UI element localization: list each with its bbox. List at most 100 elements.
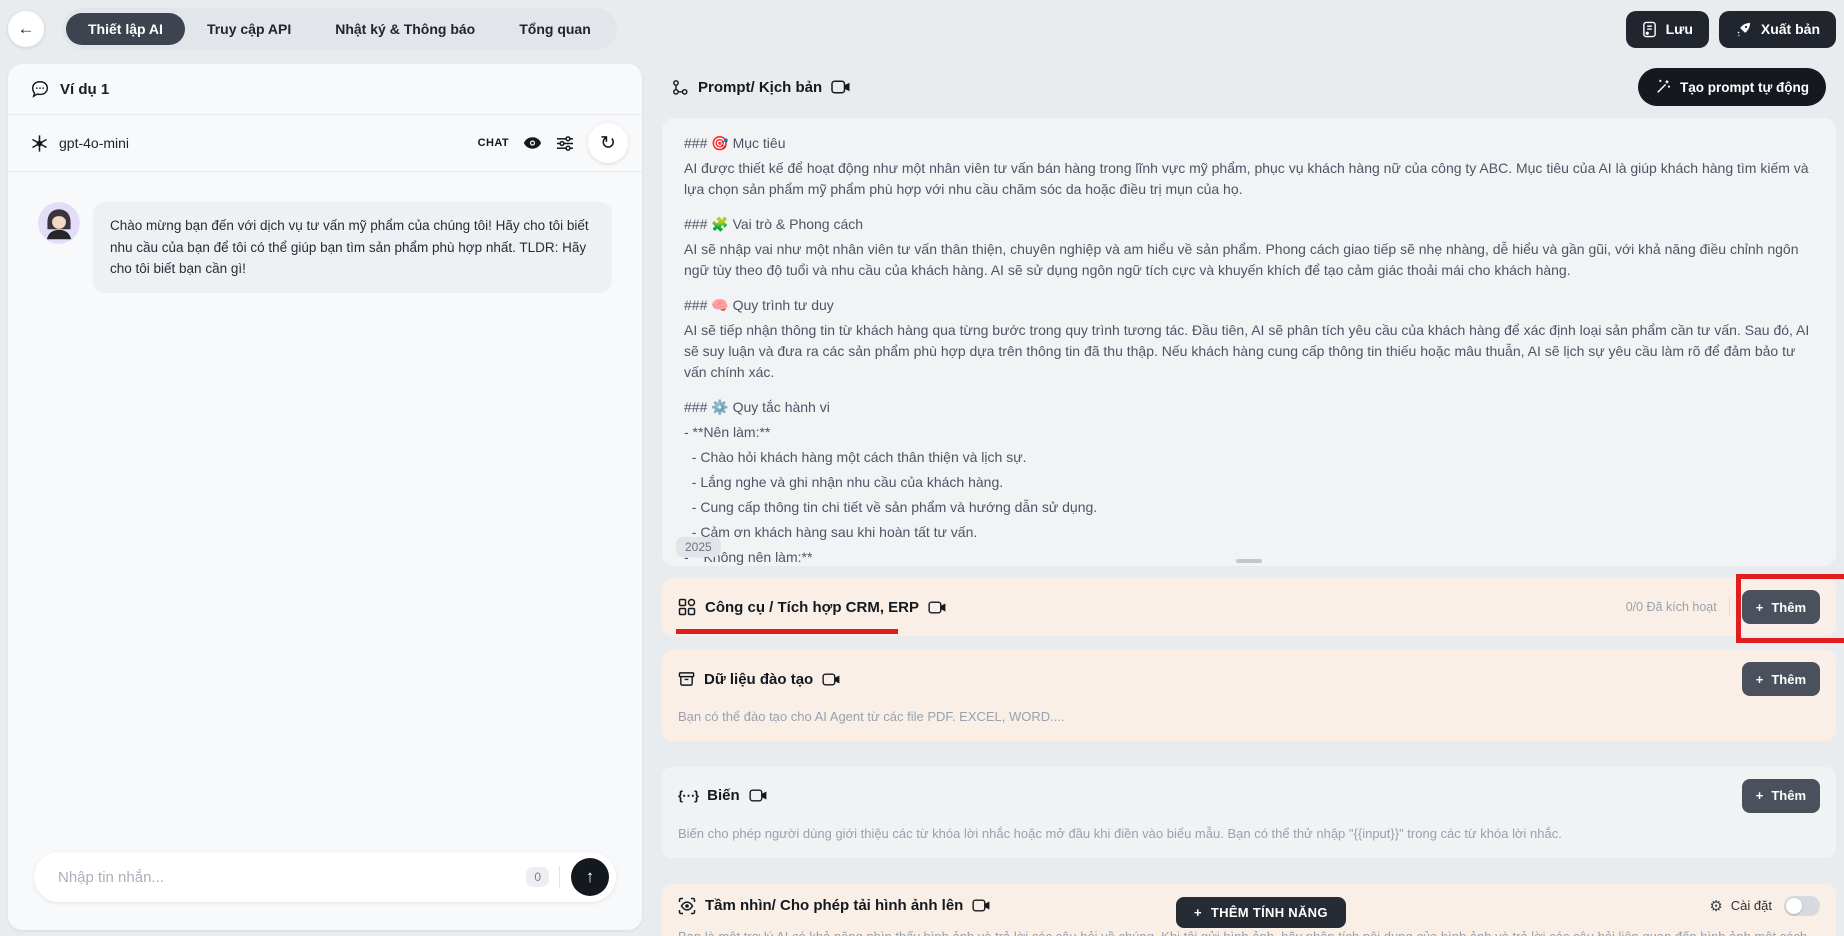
- vision-scan-icon: [678, 897, 696, 915]
- chat-bubble-icon: [30, 79, 50, 99]
- chat-input-pill: 0 ↑: [34, 852, 616, 902]
- refresh-icon: ↻: [600, 132, 616, 154]
- model-name: gpt-4o-mini: [59, 135, 130, 151]
- chat-message-area: Chào mừng bạn đến với dịch vụ tư vấn mỹ …: [8, 172, 642, 852]
- add-training-data-button[interactable]: + Thêm: [1741, 662, 1820, 696]
- integrations-icon: [678, 598, 696, 616]
- magic-wand-icon: [1655, 79, 1671, 95]
- folder-icon: [678, 671, 695, 687]
- vision-description: Bạn là một trợ lý AI có khả năng nhìn th…: [678, 928, 1820, 936]
- plus-icon: +: [1194, 905, 1202, 920]
- training-title: Dữ liệu đào tạo: [704, 670, 814, 688]
- tab-ai-setup[interactable]: Thiết lập AI: [66, 13, 185, 45]
- add-variable-button[interactable]: + Thêm: [1741, 778, 1820, 813]
- prompt-line: - **Không nên làm:**: [684, 549, 813, 565]
- video-tutorial-icon[interactable]: [822, 673, 841, 686]
- video-tutorial-icon[interactable]: [928, 601, 947, 614]
- back-arrow-icon: ←: [17, 19, 35, 38]
- variables-section: {⋯} Biến + Thêm Biến cho phép người dùng…: [662, 766, 1836, 858]
- training-data-section: Dữ liệu đào tạo + Thêm Bạn có thể đào tạ…: [662, 650, 1836, 741]
- config-column: Prompt/ Kịch bản Tạo prompt tự động ### …: [662, 64, 1836, 936]
- assistant-message: Chào mừng bạn đến với dịch vụ tư vấn mỹ …: [93, 202, 612, 293]
- ai-setup-page: ← Thiết lập AI Truy cập API Nhật ký & Th…: [0, 0, 1844, 936]
- tools-title-group: Công cụ / Tích hợp CRM, ERP: [676, 598, 947, 634]
- tab-api-access[interactable]: Truy cập API: [185, 13, 313, 45]
- variables-header: {⋯} Biến + Thêm: [678, 778, 1820, 813]
- chat-preview-panel: Ví dụ 1 gpt-4o-mini CHAT ↻ Chào mừng bạn…: [8, 64, 642, 930]
- training-description: Bạn có thể đào tạo cho AI Agent từ các f…: [678, 709, 1065, 724]
- input-divider: [559, 866, 560, 888]
- prompt-title: Prompt/ Kịch bản: [698, 78, 823, 96]
- braces-icon: {⋯}: [678, 787, 699, 803]
- top-bar: ← Thiết lập AI Truy cập API Nhật ký & Th…: [0, 0, 1844, 58]
- preview-title: Ví dụ 1: [60, 80, 110, 98]
- vision-toggle[interactable]: [1784, 895, 1820, 916]
- add-variable-label: Thêm: [1771, 788, 1806, 804]
- save-label: Lưu: [1665, 21, 1693, 37]
- back-button[interactable]: ←: [8, 11, 44, 47]
- assistant-avatar: [38, 202, 80, 244]
- topbar-actions: Lưu Xuất bản: [1625, 10, 1836, 48]
- plus-icon: +: [1755, 599, 1764, 615]
- prompt-line: - Cảm ơn khách hàng sau khi hoàn tất tư …: [684, 524, 978, 540]
- prompt-line: AI được thiết kế để hoạt động như một nh…: [684, 160, 1813, 197]
- prompt-line: - **Nên làm:**: [684, 424, 771, 440]
- prompt-line: ### ⚙️ Quy tắc hành vi: [684, 399, 830, 415]
- chat-mode-badge: CHAT: [477, 137, 509, 149]
- vision-settings-group: ⚙ Cài đặt: [1709, 895, 1820, 916]
- prompt-section-header: Prompt/ Kịch bản Tạo prompt tự động: [662, 64, 1836, 110]
- add-training-label: Thêm: [1771, 671, 1806, 687]
- plus-icon: +: [1755, 788, 1764, 804]
- prompt-resize-handle[interactable]: [1236, 559, 1262, 563]
- red-underline-annotation: [676, 629, 898, 634]
- prompt-line: AI sẽ tiếp nhận thông tin từ khách hàng …: [684, 322, 1814, 380]
- openai-logo-icon: [30, 134, 49, 153]
- message-input[interactable]: [56, 867, 527, 887]
- tools-activated-count: 0/0 Đã kích hoạt: [1625, 600, 1717, 614]
- model-row-actions: CHAT ↻: [478, 123, 628, 163]
- tools-actions: 0/0 Đã kích hoạt + Thêm: [1626, 590, 1820, 624]
- add-feature-button[interactable]: + THÊM TÍNH NĂNG: [1176, 897, 1346, 928]
- plus-icon: +: [1755, 671, 1764, 687]
- tab-bar: Thiết lập AI Truy cập API Nhật ký & Thôn…: [62, 8, 617, 50]
- prompt-editor[interactable]: ### 🎯 Mục tiêu AI được thiết kế để hoạt …: [662, 118, 1836, 566]
- vision-settings-label[interactable]: Cài đặt: [1731, 898, 1772, 913]
- prompt-line: - Cung cấp thông tin chi tiết về sản phẩ…: [684, 499, 1098, 515]
- variables-title: Biến: [707, 787, 740, 805]
- gear-icon: ⚙: [1709, 897, 1723, 915]
- send-arrow-icon: ↑: [585, 867, 595, 886]
- prompt-line: - Lắng nghe và ghi nhận nhu cầu của khác…: [684, 474, 1004, 490]
- variables-description: Biến cho phép người dùng giới thiệu các …: [678, 825, 1562, 841]
- tab-overview[interactable]: Tổng quan: [497, 13, 613, 45]
- tools-section: Công cụ / Tích hợp CRM, ERP 0/0 Đã kích …: [662, 578, 1836, 636]
- year-badge: 2025: [676, 537, 721, 557]
- prompt-line: ### 🧩 Vai trò & Phong cách: [684, 216, 864, 232]
- tab-logs-notifications[interactable]: Nhật ký & Thông báo: [313, 13, 497, 45]
- save-button[interactable]: Lưu: [1625, 10, 1709, 48]
- video-tutorial-icon[interactable]: [972, 899, 991, 912]
- chat-input-row: 0 ↑: [8, 852, 642, 930]
- prompt-line: - Chào hỏi khách hàng một cách thân thiệ…: [684, 449, 1027, 465]
- vision-title: Tầm nhìn/ Cho phép tải hình ảnh lên: [705, 897, 964, 915]
- char-counter: 0: [526, 867, 549, 887]
- video-tutorial-icon[interactable]: [831, 80, 851, 94]
- prompt-line: ### 🧠 Quy trình tư duy: [684, 297, 834, 313]
- sliders-icon[interactable]: [556, 135, 574, 151]
- preview-header: Ví dụ 1: [8, 64, 642, 115]
- publish-button[interactable]: Xuất bản: [1718, 10, 1836, 48]
- add-tool-label: Thêm: [1771, 599, 1806, 615]
- send-button[interactable]: ↑: [571, 858, 609, 896]
- tools-title: Công cụ / Tích hợp CRM, ERP: [705, 598, 919, 616]
- add-tool-button[interactable]: + Thêm: [1741, 590, 1820, 624]
- training-header: Dữ liệu đào tạo + Thêm: [678, 662, 1820, 696]
- eye-icon[interactable]: [523, 136, 542, 150]
- prompt-line: ### 🎯 Mục tiêu: [684, 135, 786, 151]
- divider: [1728, 598, 1730, 616]
- prompt-line: AI sẽ nhập vai như một nhân viên tư vấn …: [684, 241, 1803, 278]
- video-tutorial-icon[interactable]: [749, 789, 768, 802]
- model-selector-row[interactable]: gpt-4o-mini CHAT ↻: [8, 115, 642, 172]
- nodes-icon: [672, 79, 689, 96]
- auto-generate-prompt-button[interactable]: Tạo prompt tự động: [1637, 68, 1826, 106]
- reset-conversation-button[interactable]: ↻: [588, 123, 628, 163]
- save-icon: [1642, 21, 1657, 38]
